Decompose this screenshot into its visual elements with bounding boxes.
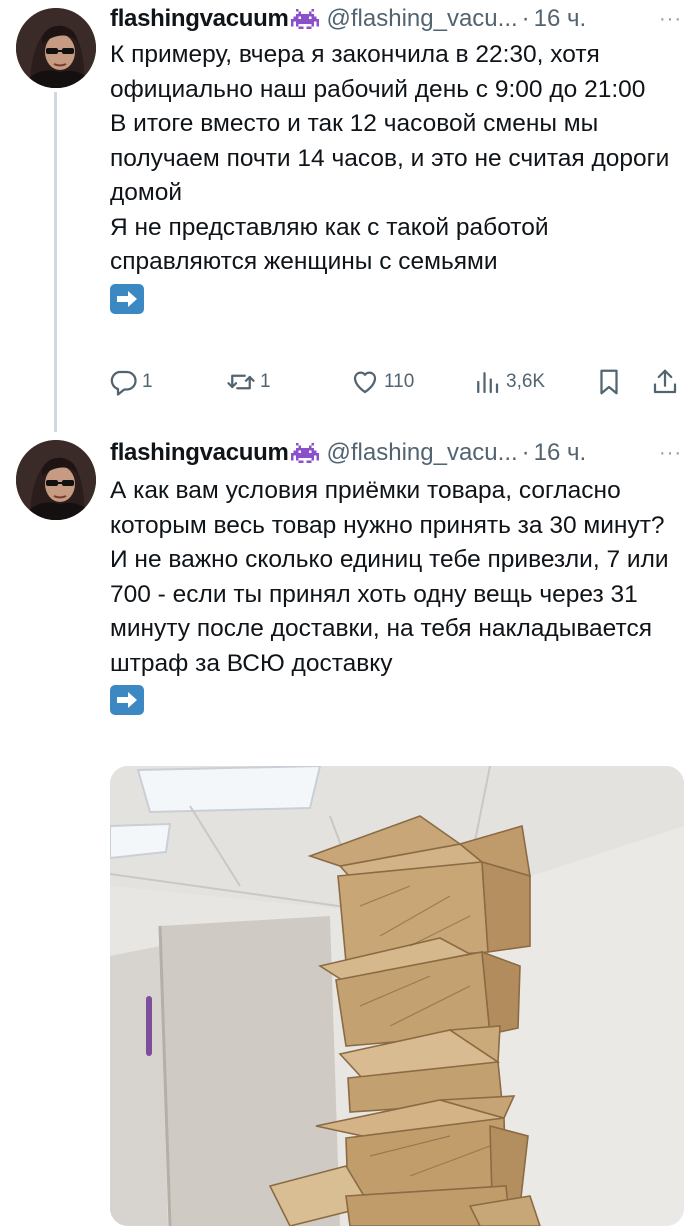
tweet-header: flashingvacuum @flashing_vacu... · 16 ч.… [110,4,682,34]
like-count: 110 [384,371,415,392]
tweet[interactable]: flashingvacuum @flashing_vacu... · 16 ч.… [0,0,700,430]
avatar[interactable] [16,440,96,520]
bookmark-button[interactable] [594,367,624,397]
separator-dot: · [521,439,530,466]
reply-button[interactable]: 1 [108,367,153,397]
views-chart-icon [477,372,499,394]
retweet-icon [227,374,255,390]
views-button[interactable]: 3,6K [472,367,545,397]
separator-dot: · [521,5,530,32]
bookmark-icon [600,369,618,395]
reply-count: 1 [142,371,153,392]
share-button[interactable] [650,367,680,397]
tweet-paragraph: В итоге вместо и так 12 часовой смены мы… [110,110,670,206]
display-name[interactable]: flashingvacuum [110,439,289,467]
photo-stacked-cardboard-boxes [110,766,684,1226]
timestamp[interactable]: 16 ч. [534,5,587,33]
like-button[interactable]: 110 [350,367,414,397]
retweet-count: 1 [260,371,271,392]
display-name[interactable]: flashingvacuum [110,5,289,33]
space-invader-icon [290,7,319,31]
heart-icon [353,371,377,394]
tweet[interactable]: flashingvacuum @flashing_vacu... · 16 ч.… [0,430,700,1226]
tweet-text: К примеру, вчера я закончила в 22:30, хо… [110,38,680,319]
right-arrow-emoji [110,283,144,314]
share-icon [653,369,677,394]
user-handle[interactable]: @flashing_vacu... [327,5,518,33]
tweet-paragraph: К примеру, вчера я закончила в 22:30, хо… [110,41,646,103]
timestamp[interactable]: 16 ч. [534,439,587,467]
tweet-header: flashingvacuum @flashing_vacu... · 16 ч.… [110,438,682,468]
reply-icon [110,370,137,396]
avatar[interactable] [16,8,96,88]
right-arrow-emoji [110,685,144,715]
space-invader-icon [290,441,319,465]
more-options-icon[interactable]: ··· [659,8,682,31]
tweet-paragraph: Я не представляю как с такой работой спр… [110,213,549,276]
tweet-text: А как вам условия приёмки товара, соглас… [110,474,680,721]
tweet-photo[interactable] [110,766,684,1226]
user-handle[interactable]: @flashing_vacu... [327,439,518,467]
retweet-button[interactable]: 1 [226,367,271,397]
tweet-actions: 1 1 110 3,6K [108,364,684,400]
more-options-icon[interactable]: ··· [659,442,682,465]
tweet-paragraph: А как вам условия приёмки товара, соглас… [110,477,669,677]
view-count: 3,6K [506,371,546,392]
